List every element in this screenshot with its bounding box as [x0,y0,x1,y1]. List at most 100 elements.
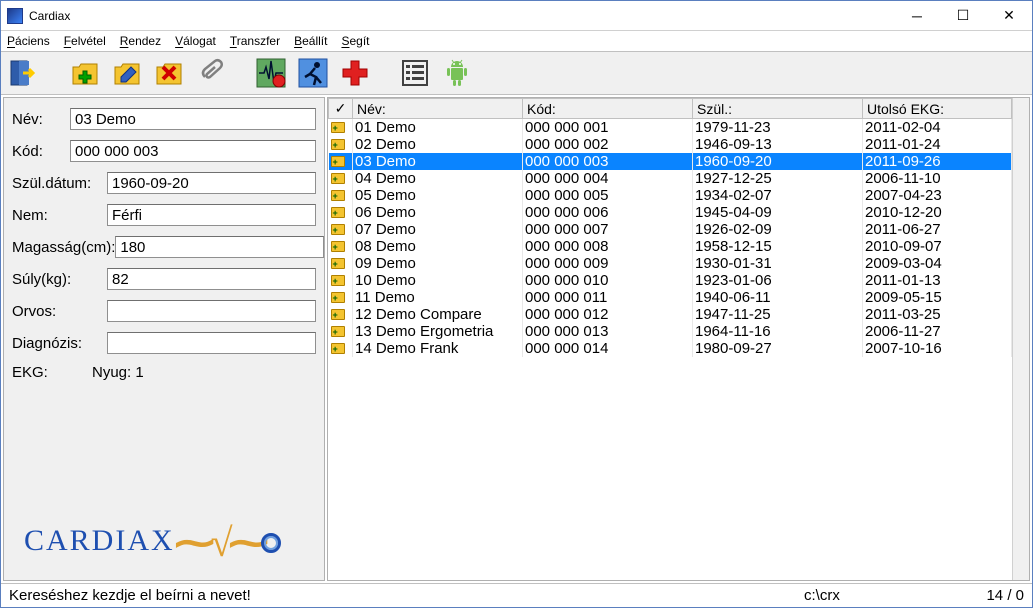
table-row[interactable]: 12 Demo Compare000 000 0121947-11-252011… [329,306,1012,323]
cell-name: 05 Demo [353,187,523,204]
medical-button[interactable] [337,55,373,91]
table-row[interactable]: 14 Demo Frank000 000 0141980-09-272007-1… [329,340,1012,357]
ergometry-button[interactable] [295,55,331,91]
table-row[interactable]: 08 Demo000 000 0081958-12-152010-09-07 [329,238,1012,255]
vertical-scrollbar[interactable] [1012,98,1029,580]
folder-icon [331,275,345,286]
cell-last: 2010-09-07 [863,238,1012,255]
dob-field[interactable] [107,172,316,194]
cell-code: 000 000 012 [523,306,693,323]
menu-valogat[interactable]: Válogat [175,34,216,48]
sex-field[interactable] [107,204,316,226]
cell-dob: 1979-11-23 [693,119,863,137]
table-row[interactable]: 09 Demo000 000 0091930-01-312009-03-04 [329,255,1012,272]
table-row[interactable]: 01 Demo000 000 0011979-11-232011-02-04 [329,119,1012,137]
logo: CARDIAX⁓√⁓ [24,519,281,566]
folder-icon [331,122,345,133]
android-button[interactable] [439,55,475,91]
cell-last: 2007-10-16 [863,340,1012,357]
diag-field[interactable] [107,332,316,354]
menu-segit[interactable]: Segít [341,34,369,48]
folder-icon [331,190,345,201]
col-check[interactable]: ✓ [329,99,353,119]
minimize-button[interactable]: ─ [894,1,940,31]
table-row[interactable]: 10 Demo000 000 0101923-01-062011-01-13 [329,272,1012,289]
cell-name: 06 Demo [353,204,523,221]
cell-code: 000 000 001 [523,119,693,137]
code-field[interactable] [70,140,316,162]
menu-paciens[interactable]: Páciens [7,34,50,48]
cell-code: 000 000 011 [523,289,693,306]
name-field[interactable] [70,108,316,130]
patient-list-panel: ✓ Név: Kód: Szül.: Utolsó EKG: 01 Demo00… [327,97,1030,581]
menu-beallit[interactable]: Beállít [294,34,327,48]
cell-dob: 1960-09-20 [693,153,863,170]
ekg-value: Nyug: 1 [92,364,144,381]
cell-dob: 1927-12-25 [693,170,863,187]
cell-code: 000 000 004 [523,170,693,187]
cell-last: 2011-09-26 [863,153,1012,170]
cell-name: 03 Demo [353,153,523,170]
cell-name: 12 Demo Compare [353,306,523,323]
cell-last: 2009-03-04 [863,255,1012,272]
delete-patient-button[interactable] [151,55,187,91]
cell-code: 000 000 006 [523,204,693,221]
cell-last: 2011-01-13 [863,272,1012,289]
record-ekg-button[interactable] [253,55,289,91]
folder-icon [331,292,345,303]
cell-last: 2011-06-27 [863,221,1012,238]
cell-last: 2006-11-10 [863,170,1012,187]
table-row[interactable]: 13 Demo Ergometria000 000 0131964-11-162… [329,323,1012,340]
menu-felvetel[interactable]: Felvétel [64,34,106,48]
height-field[interactable] [115,236,324,258]
app-icon [7,8,23,24]
folder-icon [331,139,345,150]
table-header-row[interactable]: ✓ Név: Kód: Szül.: Utolsó EKG: [329,99,1012,119]
table-row[interactable]: 07 Demo000 000 0071926-02-092011-06-27 [329,221,1012,238]
table-row[interactable]: 03 Demo000 000 0031960-09-202011-09-26 [329,153,1012,170]
cell-dob: 1964-11-16 [693,323,863,340]
cell-last: 2011-01-24 [863,136,1012,153]
attach-button[interactable] [193,55,229,91]
col-dob[interactable]: Szül.: [693,99,863,119]
patient-table[interactable]: ✓ Név: Kód: Szül.: Utolsó EKG: 01 Demo00… [328,98,1012,580]
maximize-button[interactable]: ☐ [940,1,986,31]
col-last[interactable]: Utolsó EKG: [863,99,1012,119]
folder-icon [331,258,345,269]
edit-patient-button[interactable] [109,55,145,91]
new-patient-button[interactable] [67,55,103,91]
list-form-button[interactable] [397,55,433,91]
table-row[interactable]: 02 Demo000 000 0021946-09-132011-01-24 [329,136,1012,153]
table-row[interactable]: 04 Demo000 000 0041927-12-252006-11-10 [329,170,1012,187]
weight-field[interactable] [107,268,316,290]
cell-last: 2011-02-04 [863,119,1012,137]
close-button[interactable]: ✕ [986,1,1032,31]
label-dob: Szül.dátum: [12,175,107,192]
folder-icon [331,241,345,252]
cell-name: 08 Demo [353,238,523,255]
label-height: Magasság(cm): [12,239,115,256]
cell-last: 2007-04-23 [863,187,1012,204]
cell-name: 11 Demo [353,289,523,306]
cell-dob: 1940-06-11 [693,289,863,306]
cell-dob: 1946-09-13 [693,136,863,153]
col-name[interactable]: Név: [353,99,523,119]
table-row[interactable]: 11 Demo000 000 0111940-06-112009-05-15 [329,289,1012,306]
table-row[interactable]: 06 Demo000 000 0061945-04-092010-12-20 [329,204,1012,221]
cell-code: 000 000 005 [523,187,693,204]
cell-name: 10 Demo [353,272,523,289]
cell-code: 000 000 003 [523,153,693,170]
cell-last: 2009-05-15 [863,289,1012,306]
table-row[interactable]: 05 Demo000 000 0051934-02-072007-04-23 [329,187,1012,204]
cell-last: 2006-11-27 [863,323,1012,340]
status-hint: Kereséshez kezdje el beírni a nevet! [9,587,804,604]
app-window: Cardiax ─ ☐ ✕ Páciens Felvétel Rendez Vá… [0,0,1033,608]
cell-code: 000 000 009 [523,255,693,272]
menu-rendez[interactable]: Rendez [120,34,161,48]
cell-dob: 1958-12-15 [693,238,863,255]
menu-transzfer[interactable]: Transzfer [230,34,280,48]
exit-button[interactable] [7,55,43,91]
col-code[interactable]: Kód: [523,99,693,119]
doctor-field[interactable] [107,300,316,322]
toolbar [1,51,1032,95]
